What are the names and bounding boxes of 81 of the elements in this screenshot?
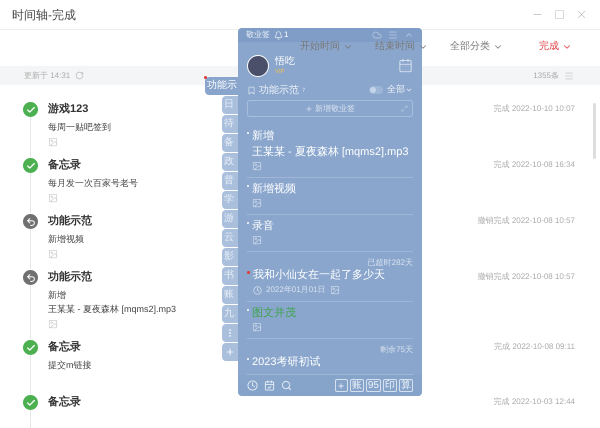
entry-text: 提交m链接 [48, 359, 92, 372]
note-title: 图文并茂 [252, 306, 296, 320]
menu-icon[interactable] [388, 30, 398, 40]
search-icon[interactable] [281, 380, 292, 392]
tool-button[interactable]: 95 [366, 379, 381, 392]
note-title: 新增 [252, 129, 275, 144]
entry-time: 完成 2022-10-03 12:44 [494, 396, 575, 408]
entry-title: 备忘录 [48, 157, 81, 173]
menu-icon[interactable] [564, 70, 574, 80]
tool-button[interactable]: 账 [350, 379, 364, 392]
entry-text: 新增视频 [48, 233, 84, 246]
filter-dropdown[interactable]: 结束时间 [375, 39, 428, 54]
plus-icon [305, 104, 313, 113]
category-tab[interactable]: 政 [222, 153, 238, 171]
category-tab[interactable]: 待 [222, 115, 238, 133]
note-status: 剩余75天 [380, 344, 413, 356]
tool-button[interactable]: 印 [383, 379, 397, 392]
calendar-icon[interactable] [398, 58, 413, 74]
toggle-switch[interactable] [369, 86, 383, 94]
refresh-icon[interactable] [75, 71, 84, 80]
note-status: 已超时282天 [368, 257, 413, 268]
plus-icon [337, 382, 346, 390]
category-tab[interactable]: 日 [222, 96, 238, 114]
note-title: 2023考研初试 [252, 355, 320, 370]
entry-text: 新增 [48, 289, 66, 302]
entry-time: 完成 2022-10-08 16:34 [494, 159, 575, 171]
entry-title: 功能示范 [48, 270, 92, 285]
bell-icon[interactable] [274, 30, 283, 40]
category-tab[interactable]: 功能示 [205, 77, 238, 95]
entry-time: 完成 2022-10-08 09:11 [494, 341, 575, 353]
record-count: 1355条 [533, 70, 559, 82]
add-tab[interactable] [222, 343, 238, 361]
category-tab[interactable]: 普 [222, 172, 238, 190]
category-tab[interactable]: 学 [222, 191, 238, 209]
entry-time: 撤销完成 2022-10-08 10:57 [478, 271, 575, 283]
clock-icon[interactable] [247, 380, 258, 392]
note-date: 2022年01月01日 [266, 284, 326, 296]
category-tab[interactable]: 云 [222, 229, 238, 247]
avatar [247, 54, 269, 77]
window-title: 时间轴-完成 [12, 6, 76, 24]
filter-dropdown[interactable]: 完成 [539, 39, 572, 54]
calendar-check-icon[interactable] [264, 380, 275, 392]
filter-dropdown[interactable]: 全部分类 [450, 39, 503, 54]
entry-title: 备忘录 [48, 394, 81, 410]
category-tab[interactable]: 九 [222, 305, 238, 323]
user-name: 悟吃 [275, 56, 295, 68]
category-tab[interactable]: 备 [222, 134, 238, 152]
tool-button[interactable]: 算 [399, 379, 413, 392]
category-name: 功能示范 [259, 84, 299, 98]
filter-dropdown[interactable]: 全部 [387, 83, 413, 97]
entry-text: 每月发一次百家号老号 [48, 177, 138, 190]
entry-time: 撤销完成 2022-10-08 10:57 [478, 215, 575, 227]
category-tab[interactable]: 影 [222, 248, 238, 266]
filter-dropdown[interactable]: 开始时间 [300, 39, 353, 54]
cloud-icon[interactable] [372, 30, 382, 40]
scrollbar[interactable] [593, 103, 596, 159]
note-text: 王某某 - 夏夜森林 [mqms2].mp3 [252, 145, 408, 160]
entry-text: 王某某 - 夏夜森林 [mqms2].mp3 [48, 303, 176, 316]
close-icon[interactable] [575, 8, 588, 21]
note-title: 我和小仙女在一起了多少天 [253, 268, 385, 282]
maximize-icon[interactable] [554, 9, 565, 20]
entry-title: 游戏123 [48, 102, 88, 117]
entry-title: 备忘录 [48, 339, 81, 355]
add-button[interactable] [334, 379, 348, 392]
notification-count: 1 [284, 29, 288, 42]
note-title: 新增视频 [252, 182, 296, 196]
entry-time: 完成 2022-10-10 10:07 [494, 103, 575, 115]
more-tab[interactable] [222, 324, 238, 342]
category-tab[interactable]: 游 [222, 210, 238, 228]
entry-title: 功能示范 [48, 214, 92, 229]
update-time: 更新于 14:31 [24, 70, 70, 82]
category-tab[interactable]: 账 [222, 286, 238, 304]
category-tab[interactable]: 书 [222, 267, 238, 285]
entry-text: 每周一贴吧签到 [48, 121, 111, 134]
expand-icon[interactable] [401, 105, 408, 112]
new-note-button[interactable]: 新增敬业签 [247, 100, 413, 118]
app-name: 敬业签 [246, 29, 270, 42]
clock-icon [253, 286, 262, 295]
bookmark-icon [247, 86, 256, 95]
plus-icon [225, 347, 235, 357]
note-title: 录音 [252, 219, 274, 234]
